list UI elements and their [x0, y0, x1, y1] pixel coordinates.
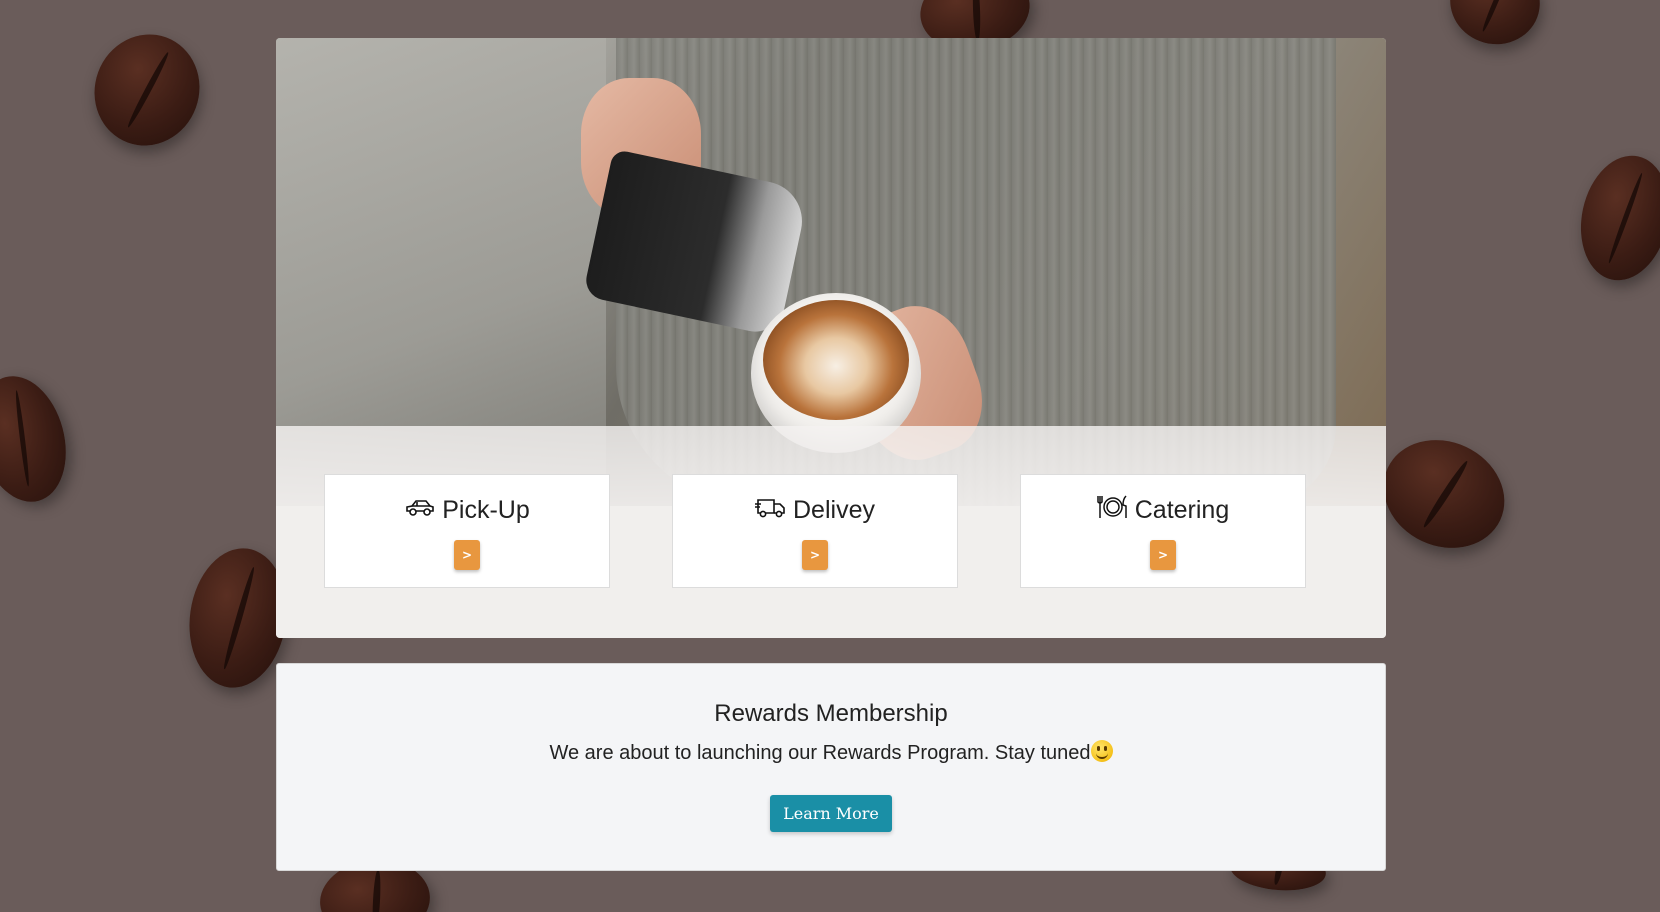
catering-go-button[interactable]: >: [1150, 540, 1176, 570]
service-label: Delivey: [793, 496, 875, 524]
delivery-go-button[interactable]: >: [802, 540, 828, 570]
service-card-pickup: Pick-Up >: [324, 474, 610, 588]
smiling-face-icon: [1090, 740, 1113, 762]
coffee-bean-decoration: [78, 19, 216, 161]
rewards-title: Rewards Membership: [714, 700, 948, 727]
coffee-bean-decoration: [1365, 420, 1523, 568]
service-label: Pick-Up: [442, 496, 530, 524]
coffee-bean-decoration: [0, 366, 80, 512]
pickup-go-button[interactable]: >: [454, 540, 480, 570]
learn-more-button[interactable]: Learn More: [770, 795, 892, 832]
truck-icon: [755, 493, 787, 528]
hero-section: Pick-Up > Delivey > Catering >: [276, 38, 1386, 638]
rewards-description: We are about to launching our Rewards Pr…: [549, 742, 1091, 764]
service-card-delivery: Delivey >: [672, 474, 958, 588]
rewards-text-line: We are about to launching our Rewards Pr…: [277, 740, 1385, 765]
main-container: Pick-Up > Delivey > Catering > Rewards M…: [276, 38, 1386, 871]
car-icon: [404, 493, 436, 528]
service-card-catering: Catering >: [1020, 474, 1306, 588]
rewards-panel: Rewards Membership We are about to launc…: [276, 663, 1386, 871]
plate-cutlery-icon: [1097, 493, 1129, 528]
coffee-bean-decoration: [1569, 147, 1660, 289]
coffee-bean-decoration: [1440, 0, 1550, 55]
service-label: Catering: [1134, 496, 1230, 524]
